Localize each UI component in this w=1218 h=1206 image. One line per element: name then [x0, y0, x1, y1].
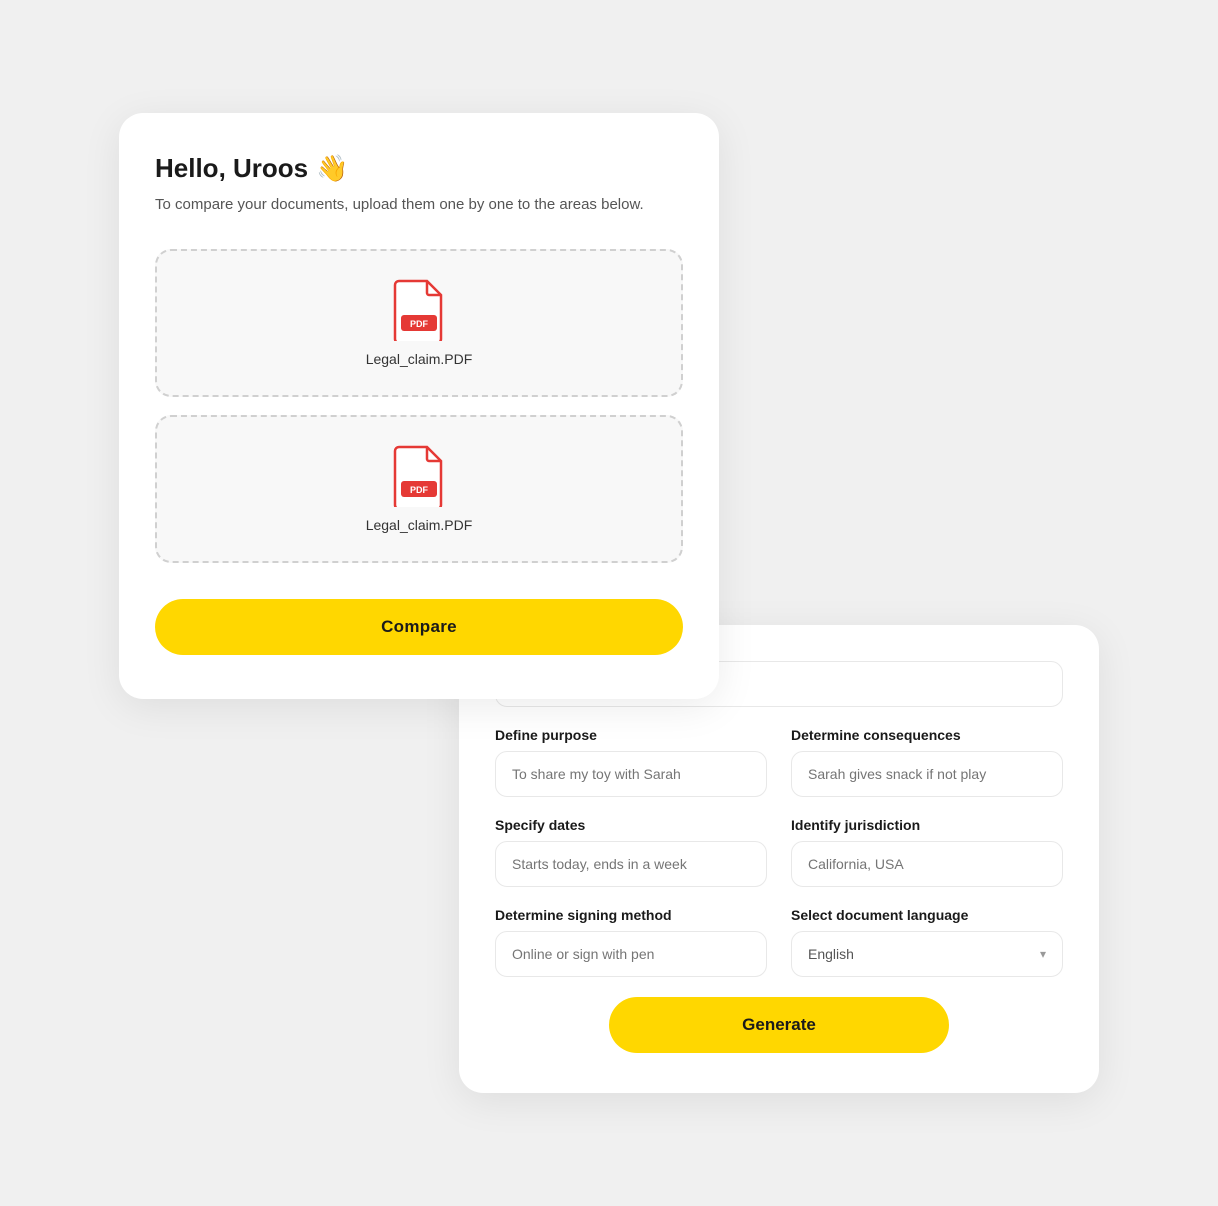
upload-zone-1[interactable]: PDF Legal_claim.PDF: [155, 249, 683, 397]
form-group-signing: Determine signing method: [495, 907, 767, 977]
form-row-2: Specify dates Identify jurisdiction: [495, 817, 1063, 887]
document-language-label: Select document language: [791, 907, 1063, 923]
specify-dates-label: Specify dates: [495, 817, 767, 833]
form-group-consequences: Determine consequences: [791, 727, 1063, 797]
specify-dates-input[interactable]: [495, 841, 767, 887]
upload-filename-1: Legal_claim.PDF: [366, 351, 473, 367]
form-group-dates: Specify dates: [495, 817, 767, 887]
pdf-icon-2: PDF: [393, 445, 445, 507]
determine-consequences-input[interactable]: [791, 751, 1063, 797]
pdf-icon-1: PDF: [393, 279, 445, 341]
form-group-jurisdiction: Identify jurisdiction: [791, 817, 1063, 887]
identify-jurisdiction-label: Identify jurisdiction: [791, 817, 1063, 833]
form-group-purpose: Define purpose: [495, 727, 767, 797]
greeting-text: Hello, Uroos 👋: [155, 153, 683, 184]
compare-button[interactable]: Compare: [155, 599, 683, 655]
define-purpose-input[interactable]: [495, 751, 767, 797]
form-row-1: Define purpose Determine consequences: [495, 727, 1063, 797]
determine-consequences-label: Determine consequences: [791, 727, 1063, 743]
form-group-language: Select document language English ▾: [791, 907, 1063, 977]
chevron-down-icon: ▾: [1040, 947, 1046, 961]
subtitle-text: To compare your documents, upload them o…: [155, 194, 683, 217]
wave-emoji: 👋: [316, 153, 348, 184]
define-purpose-label: Define purpose: [495, 727, 767, 743]
document-language-select[interactable]: English ▾: [791, 931, 1063, 977]
upload-zone-2[interactable]: PDF Legal_claim.PDF: [155, 415, 683, 563]
language-selected-value: English: [808, 946, 854, 962]
svg-text:PDF: PDF: [410, 319, 429, 329]
signing-method-label: Determine signing method: [495, 907, 767, 923]
compare-card: Hello, Uroos 👋 To compare your documents…: [119, 113, 719, 699]
signing-method-input[interactable]: [495, 931, 767, 977]
form-row-3: Determine signing method Select document…: [495, 907, 1063, 977]
upload-filename-2: Legal_claim.PDF: [366, 517, 473, 533]
svg-text:PDF: PDF: [410, 485, 429, 495]
generate-button[interactable]: Generate: [609, 997, 950, 1053]
identify-jurisdiction-input[interactable]: [791, 841, 1063, 887]
